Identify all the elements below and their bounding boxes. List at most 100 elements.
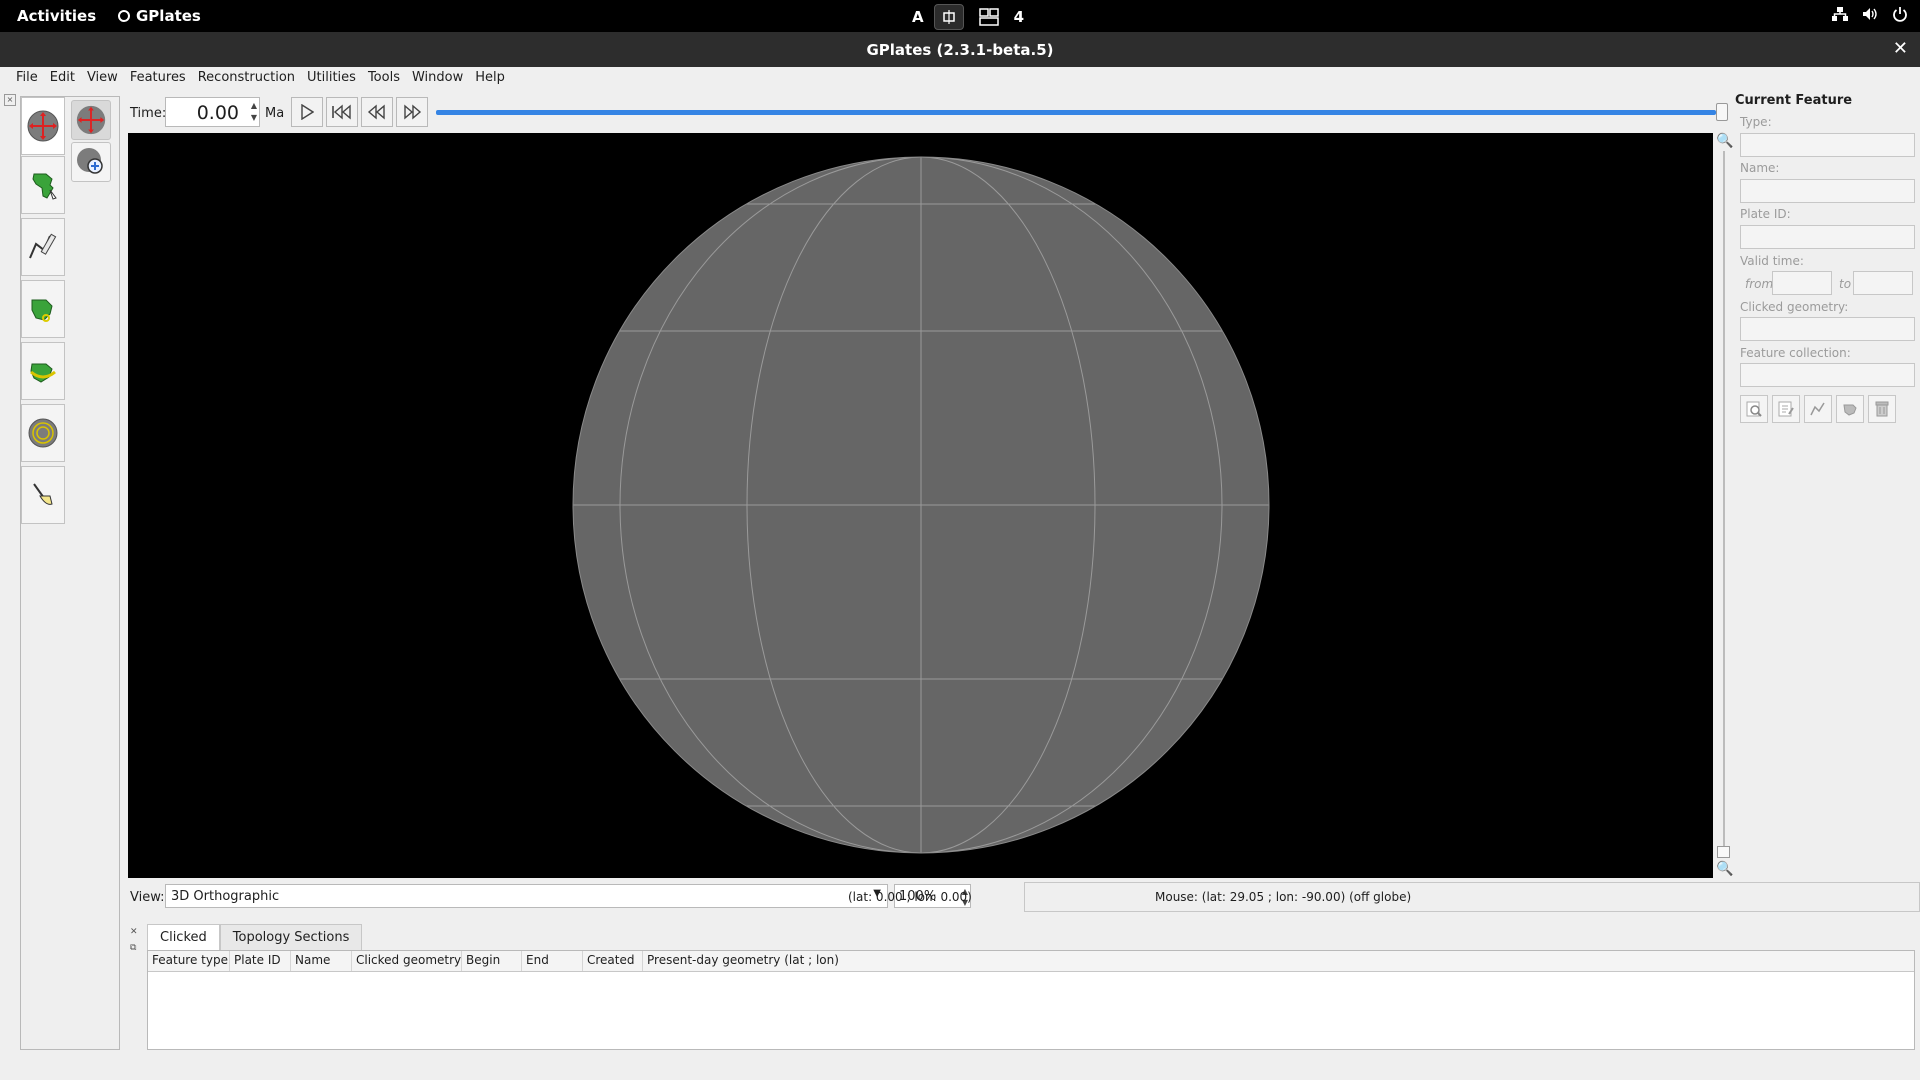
window-title: GPlates (2.3.1-beta.5) [866, 41, 1054, 59]
system-tray [1832, 6, 1908, 22]
menu-tools[interactable]: Tools [362, 67, 406, 91]
zoom-globe-icon [77, 148, 103, 174]
current-feature-heading: Current Feature [1735, 93, 1853, 108]
tool-palette-close-icon[interactable]: × [4, 94, 16, 106]
type-field [1740, 133, 1915, 157]
column-plate-id[interactable]: Plate ID [230, 951, 291, 971]
workspace-grid-button[interactable] [974, 4, 1004, 30]
menu-view[interactable]: View [81, 67, 124, 91]
view-label: View: [130, 890, 165, 905]
digitise-pen-icon [29, 233, 57, 259]
bottom-tabs: Clicked Topology Sections [147, 924, 363, 950]
zoom-slider-track[interactable] [1723, 151, 1725, 851]
volume-icon[interactable] [1862, 6, 1878, 22]
globe-drag-icon [27, 110, 59, 142]
panel-dock-controls: ✕ ⧉ [130, 924, 138, 956]
close-window-icon[interactable]: ✕ [1893, 38, 1908, 59]
bottom-panel: ✕ ⧉ Clicked Topology Sections Feature ty… [130, 920, 1920, 1055]
projection-value: 3D Orthographic [171, 889, 280, 904]
tab-clicked[interactable]: Clicked [147, 924, 220, 950]
menu-reconstruction[interactable]: Reconstruction [192, 67, 301, 91]
edit-document-icon [1778, 401, 1794, 417]
workspace-right-char: 4 [1013, 8, 1025, 26]
tool-group-pole-manipulation[interactable] [21, 342, 65, 400]
tool-palette [20, 96, 120, 1050]
from-label: from [1745, 277, 1774, 291]
menu-utilities[interactable]: Utilities [301, 67, 362, 91]
tool-group-small-circle[interactable] [21, 404, 65, 462]
grid-icon [978, 8, 999, 26]
skip-to-start-icon [332, 104, 351, 120]
time-slider-handle[interactable] [1716, 103, 1728, 121]
column-created[interactable]: Created [583, 951, 643, 971]
clicked-geometry-label: Clicked geometry: [1740, 300, 1849, 314]
column-clicked-geometry[interactable]: Clicked geometry [352, 951, 462, 971]
zoom-slider-handle[interactable] [1717, 846, 1730, 858]
time-spinbox[interactable]: 0.00 ▲ ▼ [165, 97, 260, 127]
globe-canvas[interactable] [128, 133, 1713, 878]
clone-feature-button[interactable] [1836, 395, 1864, 423]
tool-group-features[interactable] [21, 156, 65, 214]
workspace-switcher: A 4 [912, 4, 1024, 30]
time-slider-track[interactable] [436, 110, 1716, 115]
plate-id-label: Plate ID: [1740, 207, 1791, 221]
clone-plate-icon [1843, 404, 1857, 416]
window-overview-button[interactable] [933, 4, 964, 30]
delete-feature-button[interactable] [1868, 395, 1896, 423]
column-feature-type[interactable]: Feature type [148, 951, 230, 971]
query-feature-button[interactable] [1740, 395, 1768, 423]
window-titlebar: GPlates (2.3.1-beta.5) ✕ [0, 32, 1920, 67]
edit-feature-button[interactable] [1772, 395, 1800, 423]
valid-from-field [1772, 271, 1832, 295]
view-status-row: View: 3D Orthographic ▼ 100% ▲ ▼ (lat: 0.… [128, 882, 1920, 912]
projection-select[interactable]: 3D Orthographic ▼ [165, 884, 888, 908]
zoom-slider[interactable]: 🔍 🔍 [1714, 133, 1734, 878]
tool-group-topology[interactable] [21, 280, 65, 338]
activities-button[interactable]: Activities [17, 7, 96, 25]
rewind-icon [367, 104, 385, 120]
tool-group-digitise[interactable] [21, 218, 65, 276]
menu-help[interactable]: Help [469, 67, 511, 91]
fast-forward-icon [404, 104, 422, 120]
geometry-pen-icon [1810, 402, 1825, 416]
digitise-geometry-button[interactable] [1804, 395, 1832, 423]
zoom-in-icon[interactable]: 🔍 [1716, 133, 1733, 149]
power-icon[interactable] [1892, 6, 1908, 22]
clicked-geometry-field [1740, 317, 1915, 341]
column-begin[interactable]: Begin [462, 951, 522, 971]
network-icon[interactable] [1832, 6, 1848, 22]
drag-globe-tool[interactable] [71, 100, 111, 140]
rotate-globe-icon [76, 105, 106, 135]
globe-view [572, 156, 1270, 854]
type-label: Type: [1740, 115, 1772, 129]
tool-group-view[interactable] [21, 97, 65, 155]
tool-group-measure[interactable] [21, 466, 65, 524]
step-forward-button[interactable] [396, 97, 428, 127]
zoom-out-icon[interactable]: 🔍 [1716, 861, 1733, 877]
app-menu-button[interactable]: GPlates [118, 7, 201, 25]
window-icon [942, 10, 955, 24]
spin-arrows-icon[interactable]: ▲ ▼ [251, 100, 257, 124]
pole-manipulation-icon [30, 363, 56, 383]
reset-to-start-button[interactable] [326, 97, 358, 127]
small-circle-icon [28, 418, 58, 448]
column-present-day-geometry[interactable]: Present-day geometry (lat ; lon) [643, 951, 1914, 971]
menu-features[interactable]: Features [124, 67, 192, 91]
column-end[interactable]: End [522, 951, 583, 971]
mouse-coordinate-box: Mouse: (lat: 29.05 ; lon: -90.00) (off g… [1024, 882, 1920, 912]
step-back-button[interactable] [361, 97, 393, 127]
clicked-features-table[interactable]: Feature type Plate ID Name Clicked geome… [147, 950, 1915, 1050]
panel-close-icon[interactable]: ✕ [130, 927, 138, 937]
tab-topology-sections[interactable]: Topology Sections [219, 924, 363, 950]
trash-icon [1875, 401, 1889, 417]
time-control-bar: Time: 0.00 ▲ ▼ Ma [128, 96, 1733, 130]
name-label: Name: [1740, 161, 1780, 175]
panel-float-icon[interactable]: ⧉ [130, 943, 136, 953]
zoom-globe-tool[interactable] [71, 142, 111, 182]
table-header: Feature type Plate ID Name Clicked geome… [148, 951, 1914, 972]
menu-file[interactable]: File [10, 67, 44, 91]
column-name[interactable]: Name [291, 951, 352, 971]
menu-edit[interactable]: Edit [44, 67, 81, 91]
play-button[interactable] [291, 97, 323, 127]
menu-window[interactable]: Window [406, 67, 469, 91]
